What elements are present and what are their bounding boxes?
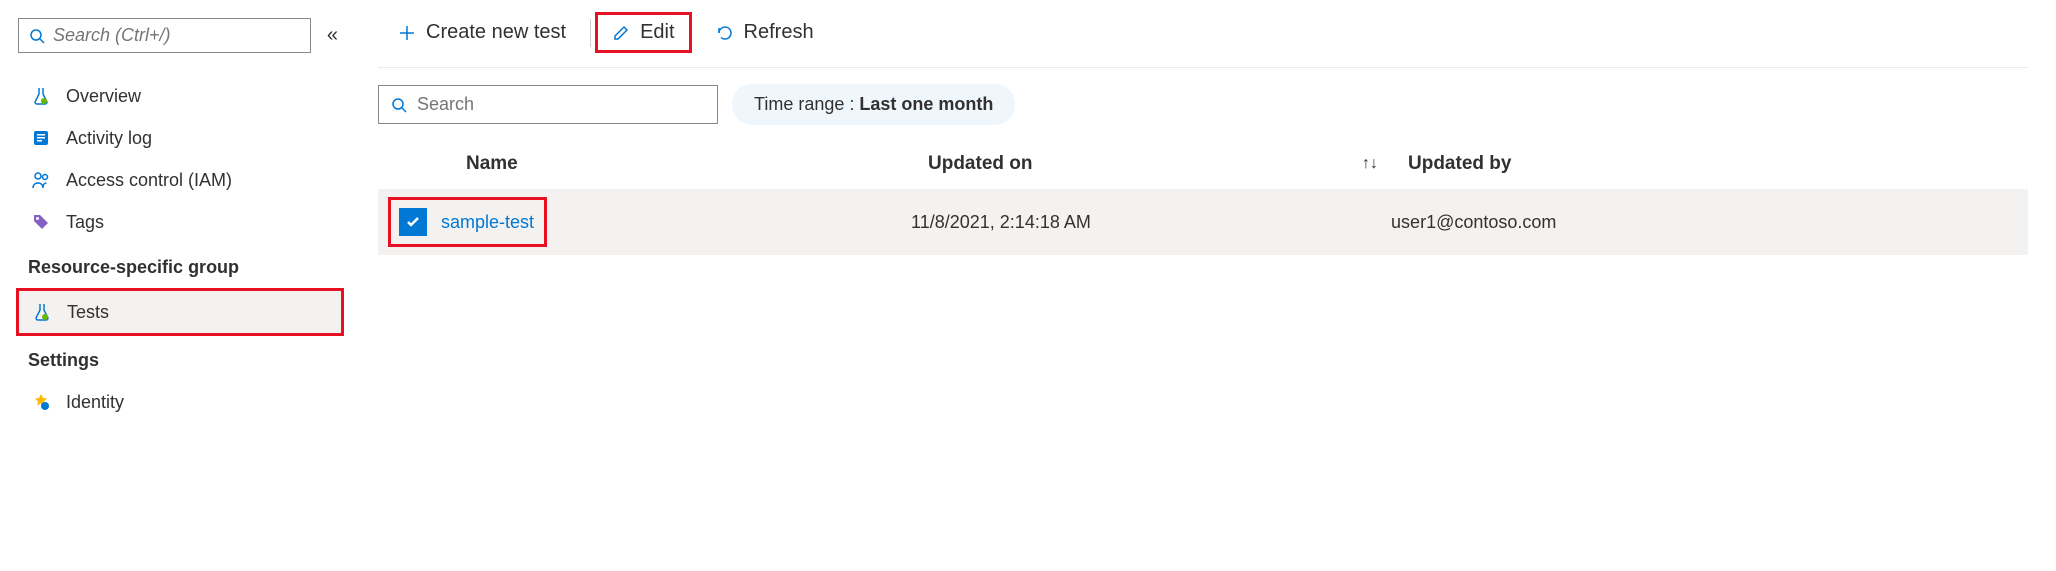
sidebar-item-access-control[interactable]: Access control (IAM) [18,159,342,201]
time-range-filter[interactable]: Time range : Last one month [732,84,1015,125]
search-icon [29,28,45,44]
cell-updated-on: 11/8/2021, 2:14:18 AM [911,212,1391,233]
main-content: Create new test Edit Refresh [350,0,2056,571]
sidebar-item-activity-log[interactable]: Activity log [18,117,342,159]
sidebar-search[interactable] [18,18,311,53]
sidebar-group-resource-specific: Resource-specific group [18,243,342,288]
pencil-icon [612,24,630,42]
identity-icon [30,391,52,413]
time-range-value: Last one month [859,94,993,114]
test-name-link[interactable]: sample-test [441,212,534,233]
edit-button[interactable]: Edit [595,12,691,53]
column-name[interactable]: Name [448,153,928,175]
toolbar-divider [590,19,591,47]
table-row[interactable]: sample-test 11/8/2021, 2:14:18 AM user1@… [378,189,2028,255]
sidebar-item-identity[interactable]: Identity [18,381,342,423]
sidebar-item-label: Overview [66,86,141,107]
column-updated-by[interactable]: Updated by [1408,153,2018,175]
sidebar-search-input[interactable] [53,25,300,46]
sidebar-item-label: Tags [66,212,104,233]
sort-icon[interactable]: ↑↓ [1362,155,1378,173]
edit-button-label: Edit [640,21,674,44]
refresh-button[interactable]: Refresh [696,13,834,52]
sidebar-item-tags[interactable]: Tags [18,201,342,243]
sidebar-item-tests[interactable]: Tests [16,288,344,336]
cell-updated-by: user1@contoso.com [1391,212,2018,233]
people-icon [30,169,52,191]
flask-icon [30,85,52,107]
filter-search[interactable] [378,85,718,124]
sidebar-item-overview[interactable]: Overview [18,75,342,117]
table-header: Name Updated on ↑↓ Updated by [378,139,2028,189]
refresh-button-label: Refresh [744,21,814,44]
tests-table: Name Updated on ↑↓ Updated by sample-tes… [378,139,2028,255]
column-updated-on[interactable]: Updated on ↑↓ [928,153,1408,175]
sidebar-item-label: Activity log [66,128,152,149]
time-range-label: Time range : [754,94,859,114]
sidebar-item-label: Access control (IAM) [66,170,232,191]
search-icon [391,97,407,113]
sidebar-item-label: Identity [66,392,124,413]
filter-row: Time range : Last one month [378,84,2028,125]
filter-search-input[interactable] [417,94,705,115]
row-checkbox[interactable] [399,208,427,236]
sidebar-item-label: Tests [67,302,109,323]
plus-icon [398,24,416,42]
toolbar: Create new test Edit Refresh [378,12,2028,68]
tag-icon [30,211,52,233]
create-new-test-button[interactable]: Create new test [378,13,586,52]
activity-log-icon [30,127,52,149]
refresh-icon [716,24,734,42]
sidebar-group-settings: Settings [18,336,342,381]
create-button-label: Create new test [426,21,566,44]
collapse-sidebar-icon[interactable]: « [323,20,342,51]
flask-icon [31,301,53,323]
sidebar: « Overview Activity log Access control [0,0,350,571]
